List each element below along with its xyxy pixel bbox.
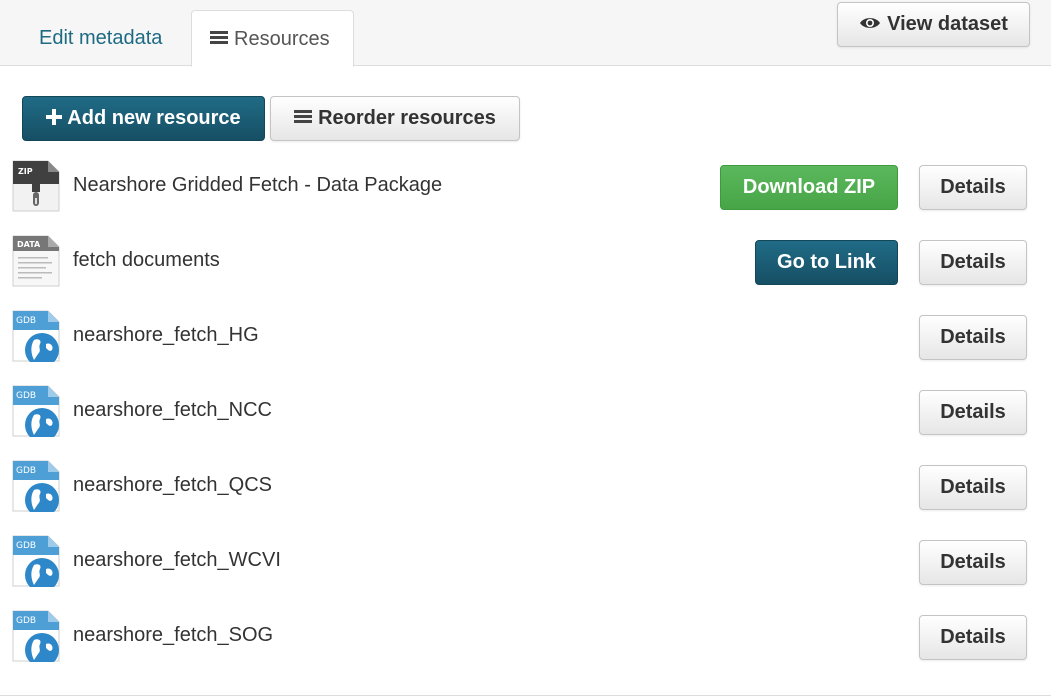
resource-name[interactable]: nearshore_fetch_SOG [73,624,273,647]
resource-row: GDB nearshore_fetch_QCS Details [0,460,1051,520]
resource-name[interactable]: nearshore_fetch_WCVI [73,549,281,572]
gdb-file-icon: GDB [12,310,60,362]
tab-resources[interactable]: Resources [191,10,354,67]
tab-edit-metadata[interactable]: Edit metadata [18,10,188,67]
details-button[interactable]: Details [919,315,1027,360]
resource-row: GDB nearshore_fetch_HG Details [0,310,1051,370]
add-new-resource-button[interactable]: Add new resource [22,96,265,141]
details-button[interactable]: Details [919,240,1027,285]
resource-name[interactable]: nearshore_fetch_NCC [73,399,272,422]
resource-row: ZIP Nearshore Gridded Fetch - Data Packa… [0,160,1051,220]
zip-icon-text: ZIP [18,167,33,176]
gdb-file-icon: GDB [12,610,60,662]
details-button[interactable]: Details [919,390,1027,435]
details-button[interactable]: Details [919,165,1027,210]
tab-bar: Edit metadata Resources View dataset [0,0,1051,67]
gdb-icon-text: GDB [16,391,36,401]
gdb-icon-text: GDB [16,316,36,326]
gdb-file-icon: GDB [12,535,60,587]
resource-row: GDB nearshore_fetch_SOG Details [0,610,1051,670]
reorder-resources-label: Reorder resources [318,107,496,129]
resource-row: DATA fetch documents Go to Link Details [0,235,1051,295]
gdb-icon-text: GDB [16,541,36,551]
reorder-resources-button[interactable]: Reorder resources [270,96,520,141]
list-icon [210,29,228,46]
resource-name[interactable]: nearshore_fetch_HG [73,324,259,347]
download-zip-button[interactable]: Download ZIP [720,165,898,210]
view-dataset-label: View dataset [887,13,1008,35]
resource-name[interactable]: fetch documents [73,249,220,272]
gdb-file-icon: GDB [12,385,60,437]
resource-name[interactable]: nearshore_fetch_QCS [73,474,272,497]
eye-icon [860,17,881,28]
go-to-link-button[interactable]: Go to Link [755,240,898,285]
data-icon-text: DATA [17,240,41,249]
gdb-file-icon: GDB [12,460,60,512]
resource-row: GDB nearshore_fetch_NCC Details [0,385,1051,445]
data-file-icon: DATA [12,235,60,287]
list-icon [294,108,313,125]
details-button[interactable]: Details [919,540,1027,585]
view-dataset-button[interactable]: View dataset [837,2,1030,47]
bottom-divider [0,695,1051,696]
add-new-resource-label: Add new resource [67,107,241,129]
zip-file-icon: ZIP [12,160,60,212]
tab-resources-label: Resources [234,28,330,50]
details-button[interactable]: Details [919,465,1027,510]
gdb-icon-text: GDB [16,616,36,626]
gdb-icon-text: GDB [16,466,36,476]
resource-name[interactable]: Nearshore Gridded Fetch - Data Package [73,174,442,197]
details-button[interactable]: Details [919,615,1027,660]
plus-icon [46,108,63,125]
resource-row: GDB nearshore_fetch_WCVI Details [0,535,1051,595]
